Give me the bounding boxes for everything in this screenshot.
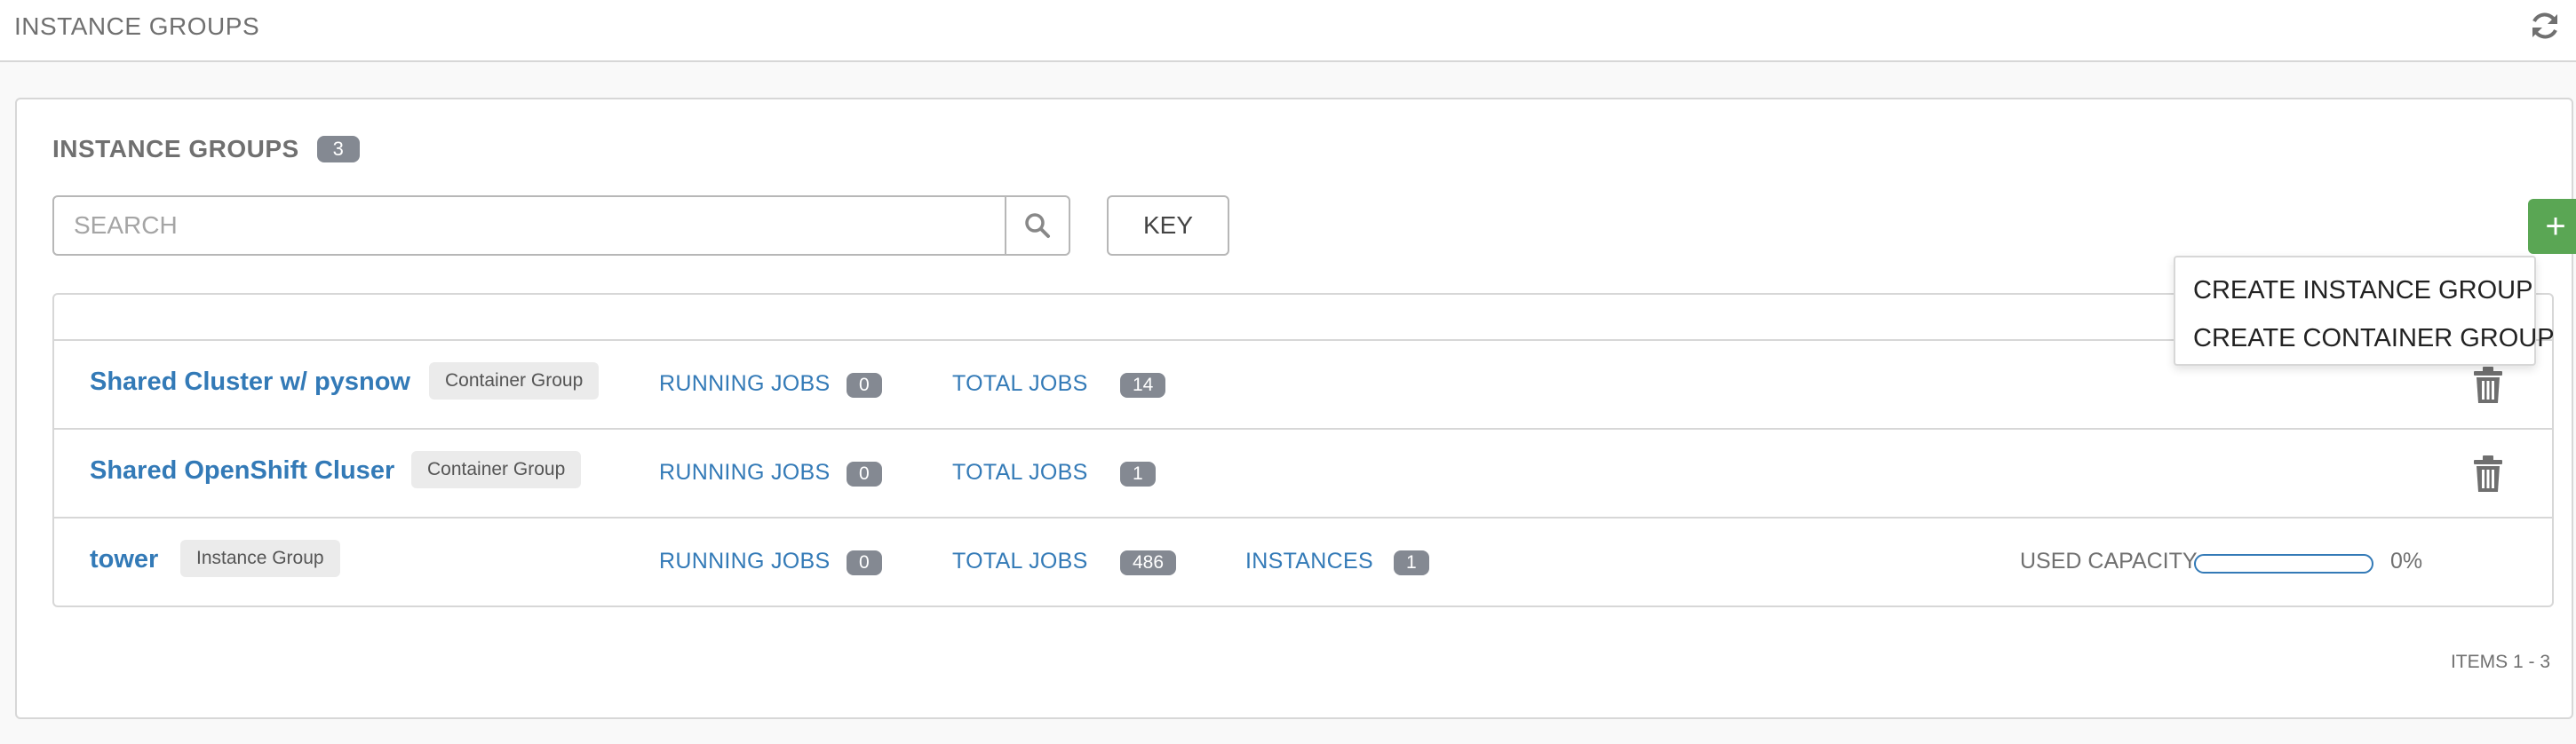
group-type-tag: Container Group (429, 362, 600, 400)
instances-link[interactable]: INSTANCES (1245, 549, 1373, 574)
used-capacity-bar (2194, 554, 2373, 574)
list-item: Shared OpenShift Cluser Container Group … (54, 430, 2552, 518)
trash-icon[interactable] (2472, 455, 2504, 494)
top-bar: INSTANCE GROUPS (0, 0, 2576, 62)
refresh-icon[interactable] (2528, 9, 2562, 43)
total-jobs-link[interactable]: TOTAL JOBS (952, 549, 1088, 574)
running-jobs-badge: 0 (847, 373, 882, 398)
group-name-link[interactable]: tower (90, 545, 158, 574)
running-jobs-badge: 0 (847, 550, 882, 575)
list-item: tower Instance Group RUNNING JOBS 0 TOTA… (54, 518, 2552, 605)
panel-header: INSTANCE GROUPS 3 (52, 135, 360, 163)
instance-groups-panel: INSTANCE GROUPS 3 KEY + Shared Cluster w… (15, 98, 2576, 719)
total-jobs-badge: 14 (1120, 373, 1166, 398)
used-capacity-label: USED CAPACITY (2020, 549, 2198, 574)
group-name-link[interactable]: Shared OpenShift Cluser (90, 456, 394, 486)
total-jobs-link[interactable]: TOTAL JOBS (952, 371, 1088, 397)
add-button[interactable]: + (2528, 199, 2576, 254)
search-box (52, 195, 1070, 256)
count-badge: 3 (316, 136, 360, 162)
group-name-link[interactable]: Shared Cluster w/ pysnow (90, 368, 410, 397)
key-button[interactable]: KEY (1107, 195, 1229, 256)
group-type-tag: Instance Group (180, 540, 340, 577)
total-jobs-badge: 1 (1120, 462, 1156, 487)
running-jobs-badge: 0 (847, 462, 882, 487)
total-jobs-badge: 486 (1120, 550, 1177, 575)
menu-item-create-instance-group[interactable]: CREATE INSTANCE GROUP (2175, 266, 2534, 314)
breadcrumb: INSTANCE GROUPS (14, 12, 260, 40)
search-input[interactable] (54, 197, 1005, 254)
panel-title: INSTANCE GROUPS (52, 135, 299, 162)
used-capacity-percent: 0% (2390, 549, 2423, 574)
total-jobs-link[interactable]: TOTAL JOBS (952, 460, 1088, 486)
pagination-info: ITEMS 1 - 3 (2450, 652, 2550, 672)
add-dropdown-menu: CREATE INSTANCE GROUP CREATE CONTAINER G… (2174, 256, 2555, 366)
search-button[interactable] (1005, 197, 1069, 254)
instances-badge: 1 (1394, 550, 1429, 575)
menu-item-create-container-group[interactable]: CREATE CONTAINER GROUP (2175, 314, 2555, 362)
search-icon (1025, 213, 1050, 238)
running-jobs-link[interactable]: RUNNING JOBS (659, 460, 831, 486)
trash-icon[interactable] (2472, 366, 2504, 405)
running-jobs-link[interactable]: RUNNING JOBS (659, 371, 831, 397)
group-type-tag: Container Group (411, 451, 582, 488)
running-jobs-link[interactable]: RUNNING JOBS (659, 549, 831, 574)
plus-icon: + (2545, 206, 2566, 246)
